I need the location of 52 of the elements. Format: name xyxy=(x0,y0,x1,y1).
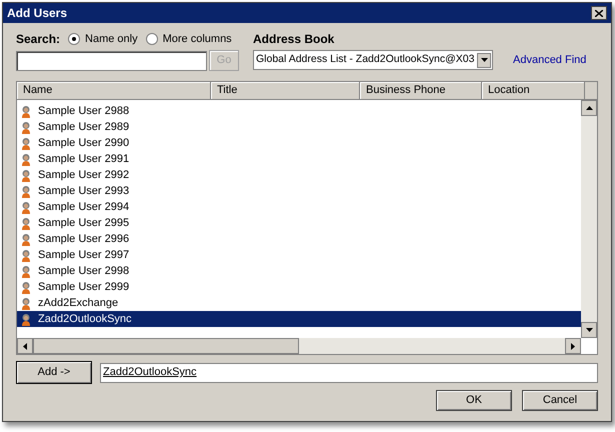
column-header[interactable]: Business Phone xyxy=(360,82,482,99)
window-title: Add Users xyxy=(7,5,68,22)
recipients-field[interactable]: Zadd2OutlookSync xyxy=(100,362,598,382)
list-row[interactable]: Sample User 2995 xyxy=(17,215,581,231)
user-icon xyxy=(21,184,31,198)
list-row[interactable]: Sample User 2998 xyxy=(17,263,581,279)
advanced-find-link[interactable]: Advanced Find xyxy=(513,52,586,68)
list-row[interactable]: Sample User 2994 xyxy=(17,199,581,215)
list-row[interactable]: Sample User 2992 xyxy=(17,167,581,183)
radio-option[interactable]: Name only xyxy=(68,30,138,48)
search-label: Search: xyxy=(16,31,60,48)
user-icon xyxy=(21,216,31,230)
column-header[interactable]: Location xyxy=(482,82,585,99)
list-row[interactable]: Zadd2OutlookSync xyxy=(17,311,581,327)
list-row[interactable]: Sample User 2999 xyxy=(17,279,581,295)
search-field[interactable] xyxy=(16,50,207,70)
user-icon xyxy=(21,168,31,182)
dialog-button[interactable]: OK xyxy=(436,390,512,411)
user-icon xyxy=(21,248,31,262)
scroll-right-icon[interactable] xyxy=(571,342,575,350)
user-icon xyxy=(21,232,31,246)
user-icon xyxy=(21,296,31,310)
radio-option[interactable]: More columns xyxy=(146,30,232,48)
list-row[interactable]: Sample User 2989 xyxy=(17,119,581,135)
user-icon xyxy=(21,152,31,166)
column-header[interactable]: Title xyxy=(211,82,360,99)
user-icon xyxy=(21,104,31,118)
user-icon xyxy=(21,120,31,134)
list-row[interactable]: Sample User 2993 xyxy=(17,183,581,199)
user-icon xyxy=(21,136,31,150)
horizontal-scrollbar[interactable] xyxy=(17,338,581,354)
user-icon xyxy=(21,312,31,326)
user-icon xyxy=(21,280,31,294)
list-row[interactable]: Sample User 2990 xyxy=(17,135,581,151)
list-row[interactable]: Sample User 2996 xyxy=(17,231,581,247)
close-button[interactable] xyxy=(591,6,607,20)
list-row[interactable]: Sample User 2991 xyxy=(17,151,581,167)
scroll-up-icon[interactable] xyxy=(586,106,592,110)
dialog-button[interactable]: Cancel xyxy=(522,390,598,411)
vertical-scrollbar[interactable] xyxy=(581,100,597,338)
list-row[interactable]: zAdd2Exchange xyxy=(17,295,581,311)
user-icon xyxy=(21,264,31,278)
list-row[interactable]: Sample User 2997 xyxy=(17,247,581,263)
scroll-left-icon[interactable] xyxy=(23,342,27,350)
user-icon xyxy=(21,200,31,214)
column-header[interactable]: Name xyxy=(17,82,211,99)
address-book-dropdown[interactable]: Global Address List - Zadd2OutlookSync@X03 xyxy=(253,50,493,70)
scroll-down-icon[interactable] xyxy=(586,328,592,332)
close-icon[interactable] xyxy=(595,10,603,16)
list-row[interactable]: Sample User 2988 xyxy=(17,103,581,119)
address-book-label: Address Book xyxy=(253,31,334,48)
add-button[interactable]: Add -> xyxy=(16,361,92,384)
